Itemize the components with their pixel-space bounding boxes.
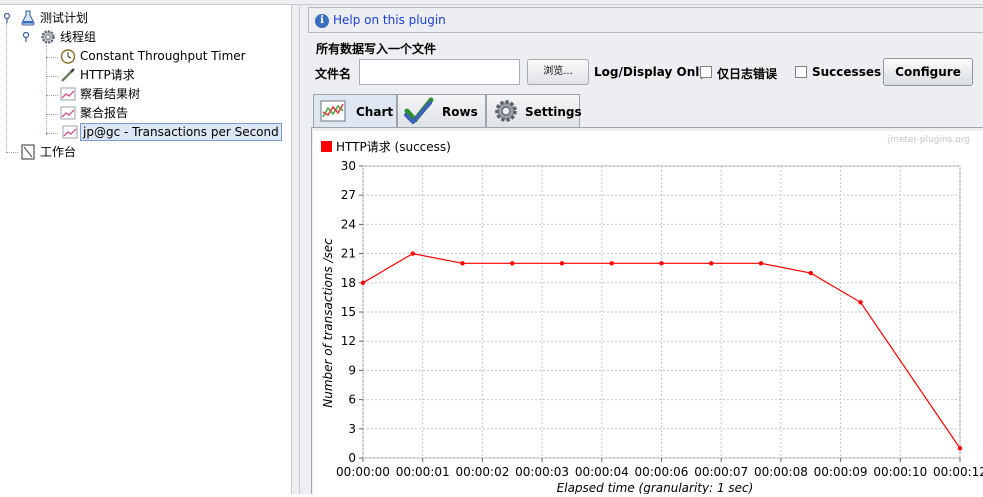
chart-icon: [320, 100, 346, 122]
tab-rows[interactable]: Rows: [397, 94, 486, 127]
filename-field[interactable]: [359, 59, 520, 85]
successes-label: Successes: [812, 65, 882, 79]
y-tick-label: 0: [348, 451, 356, 465]
legend-label: HTTP请求 (success): [336, 140, 451, 154]
tree-connector: [46, 95, 58, 96]
tab-chart[interactable]: Chart: [313, 94, 397, 128]
tab-label: Chart: [356, 105, 394, 119]
legend-swatch: [321, 141, 332, 152]
test-plan-tree[interactable]: 测试计划 线程组 Constant Throughput Timer HTTP请…: [0, 5, 291, 494]
clipboard-icon: [21, 144, 35, 160]
help-bar: i Help on this plugin: [308, 7, 983, 33]
tab-settings[interactable]: Settings: [486, 94, 582, 127]
y-tick-label: 12: [341, 334, 356, 348]
tree-item-label: jp@gc - Transactions per Second: [80, 123, 282, 141]
tree-item-label: 察看结果树: [80, 87, 141, 101]
flask-icon: [21, 10, 35, 26]
y-axis-label: Number of transactions /sec: [321, 238, 335, 408]
tree-connector: [6, 23, 7, 151]
log-display-label: Log/Display Only:: [594, 65, 712, 79]
tps-line-chart: jmeter-plugins.org HTTP请求 (success) 0 3 6 9…: [321, 135, 983, 495]
panel-splitter[interactable]: [291, 5, 300, 494]
gear-icon: [495, 100, 517, 122]
data-point: [709, 261, 714, 266]
tab-label: Settings: [525, 105, 582, 119]
y-tick-label: 18: [341, 276, 356, 290]
graph-icon: [62, 125, 78, 139]
data-point: [410, 251, 415, 256]
file-section-title: 所有数据写入一个文件: [316, 42, 437, 56]
browse-button[interactable]: 浏览...: [527, 59, 589, 85]
tab-label: Rows: [442, 105, 478, 119]
data-point: [858, 300, 863, 305]
graph-icon: [60, 106, 76, 120]
tree-connector: [46, 45, 47, 135]
tree-item-label: Constant Throughput Timer: [80, 49, 246, 63]
x-tick-label: 00:00:06: [635, 465, 689, 479]
x-tick-label: 00:00:04: [575, 465, 629, 479]
x-axis-label: Elapsed time (granularity: 1 sec): [557, 481, 754, 494]
data-point: [957, 446, 963, 451]
configure-button[interactable]: Configure: [883, 58, 973, 86]
data-point: [808, 270, 813, 276]
data-point: [460, 261, 465, 266]
help-link[interactable]: Help on this plugin: [333, 13, 446, 27]
y-tick-label: 30: [341, 159, 356, 173]
y-tick-label: 21: [341, 247, 356, 261]
x-tick-label: 00:00:02: [455, 465, 509, 479]
info-icon: i: [315, 14, 329, 28]
tree-item-label: 线程组: [60, 30, 97, 44]
y-tick-label: 27: [341, 188, 356, 202]
y-tick-label: 6: [348, 393, 356, 407]
x-tick-label: 00:00:00: [336, 465, 390, 479]
x-tick-label: 00:00:07: [694, 465, 748, 479]
tree-connector: [46, 114, 58, 115]
expand-toggle-icon[interactable]: [2, 13, 12, 23]
tree-item-label: 工作台: [40, 145, 77, 159]
timer-icon: [60, 49, 76, 64]
graph-icon: [60, 87, 76, 101]
errors-only-checkbox[interactable]: [700, 66, 712, 78]
gear-icon: [41, 30, 55, 44]
data-point: [758, 261, 764, 266]
x-tick-label: 00:00:01: [396, 465, 450, 479]
tree-connector: [46, 57, 58, 58]
y-tick-label: 24: [341, 217, 356, 231]
watermark: jmeter-plugins.org: [887, 135, 970, 145]
data-point: [510, 261, 515, 266]
chart-area: jmeter-plugins.org HTTP请求 (success) 0 3 6 9…: [313, 131, 983, 495]
successes-checkbox[interactable]: [795, 66, 807, 78]
x-tick-label: 00:00:12: [933, 465, 983, 479]
errors-only-label: 仅日志错误: [717, 67, 778, 81]
filename-label: 文件名: [315, 67, 352, 81]
data-point: [559, 261, 565, 266]
tree-connector: [6, 152, 18, 153]
data-point: [360, 280, 366, 285]
y-tick-label: 3: [348, 422, 356, 436]
x-tick-label: 00:00:03: [515, 465, 569, 479]
expand-toggle-icon[interactable]: [21, 32, 31, 42]
y-tick-label: 15: [341, 305, 356, 319]
checkmark-icon: [404, 97, 434, 124]
tree-connector: [46, 76, 58, 77]
x-tick-label: 00:00:09: [814, 465, 868, 479]
tree-connector: [46, 133, 58, 134]
y-tick-label: 9: [348, 363, 356, 377]
tree-item-label: 测试计划: [40, 11, 89, 25]
tree-item-label: HTTP请求: [80, 68, 135, 82]
x-tick-label: 00:00:08: [754, 465, 808, 479]
tree-item-label: 聚合报告: [80, 106, 129, 120]
data-point: [609, 261, 614, 266]
data-point: [659, 261, 664, 266]
pipette-icon: [61, 68, 75, 82]
x-tick-label: 00:00:10: [873, 465, 927, 479]
